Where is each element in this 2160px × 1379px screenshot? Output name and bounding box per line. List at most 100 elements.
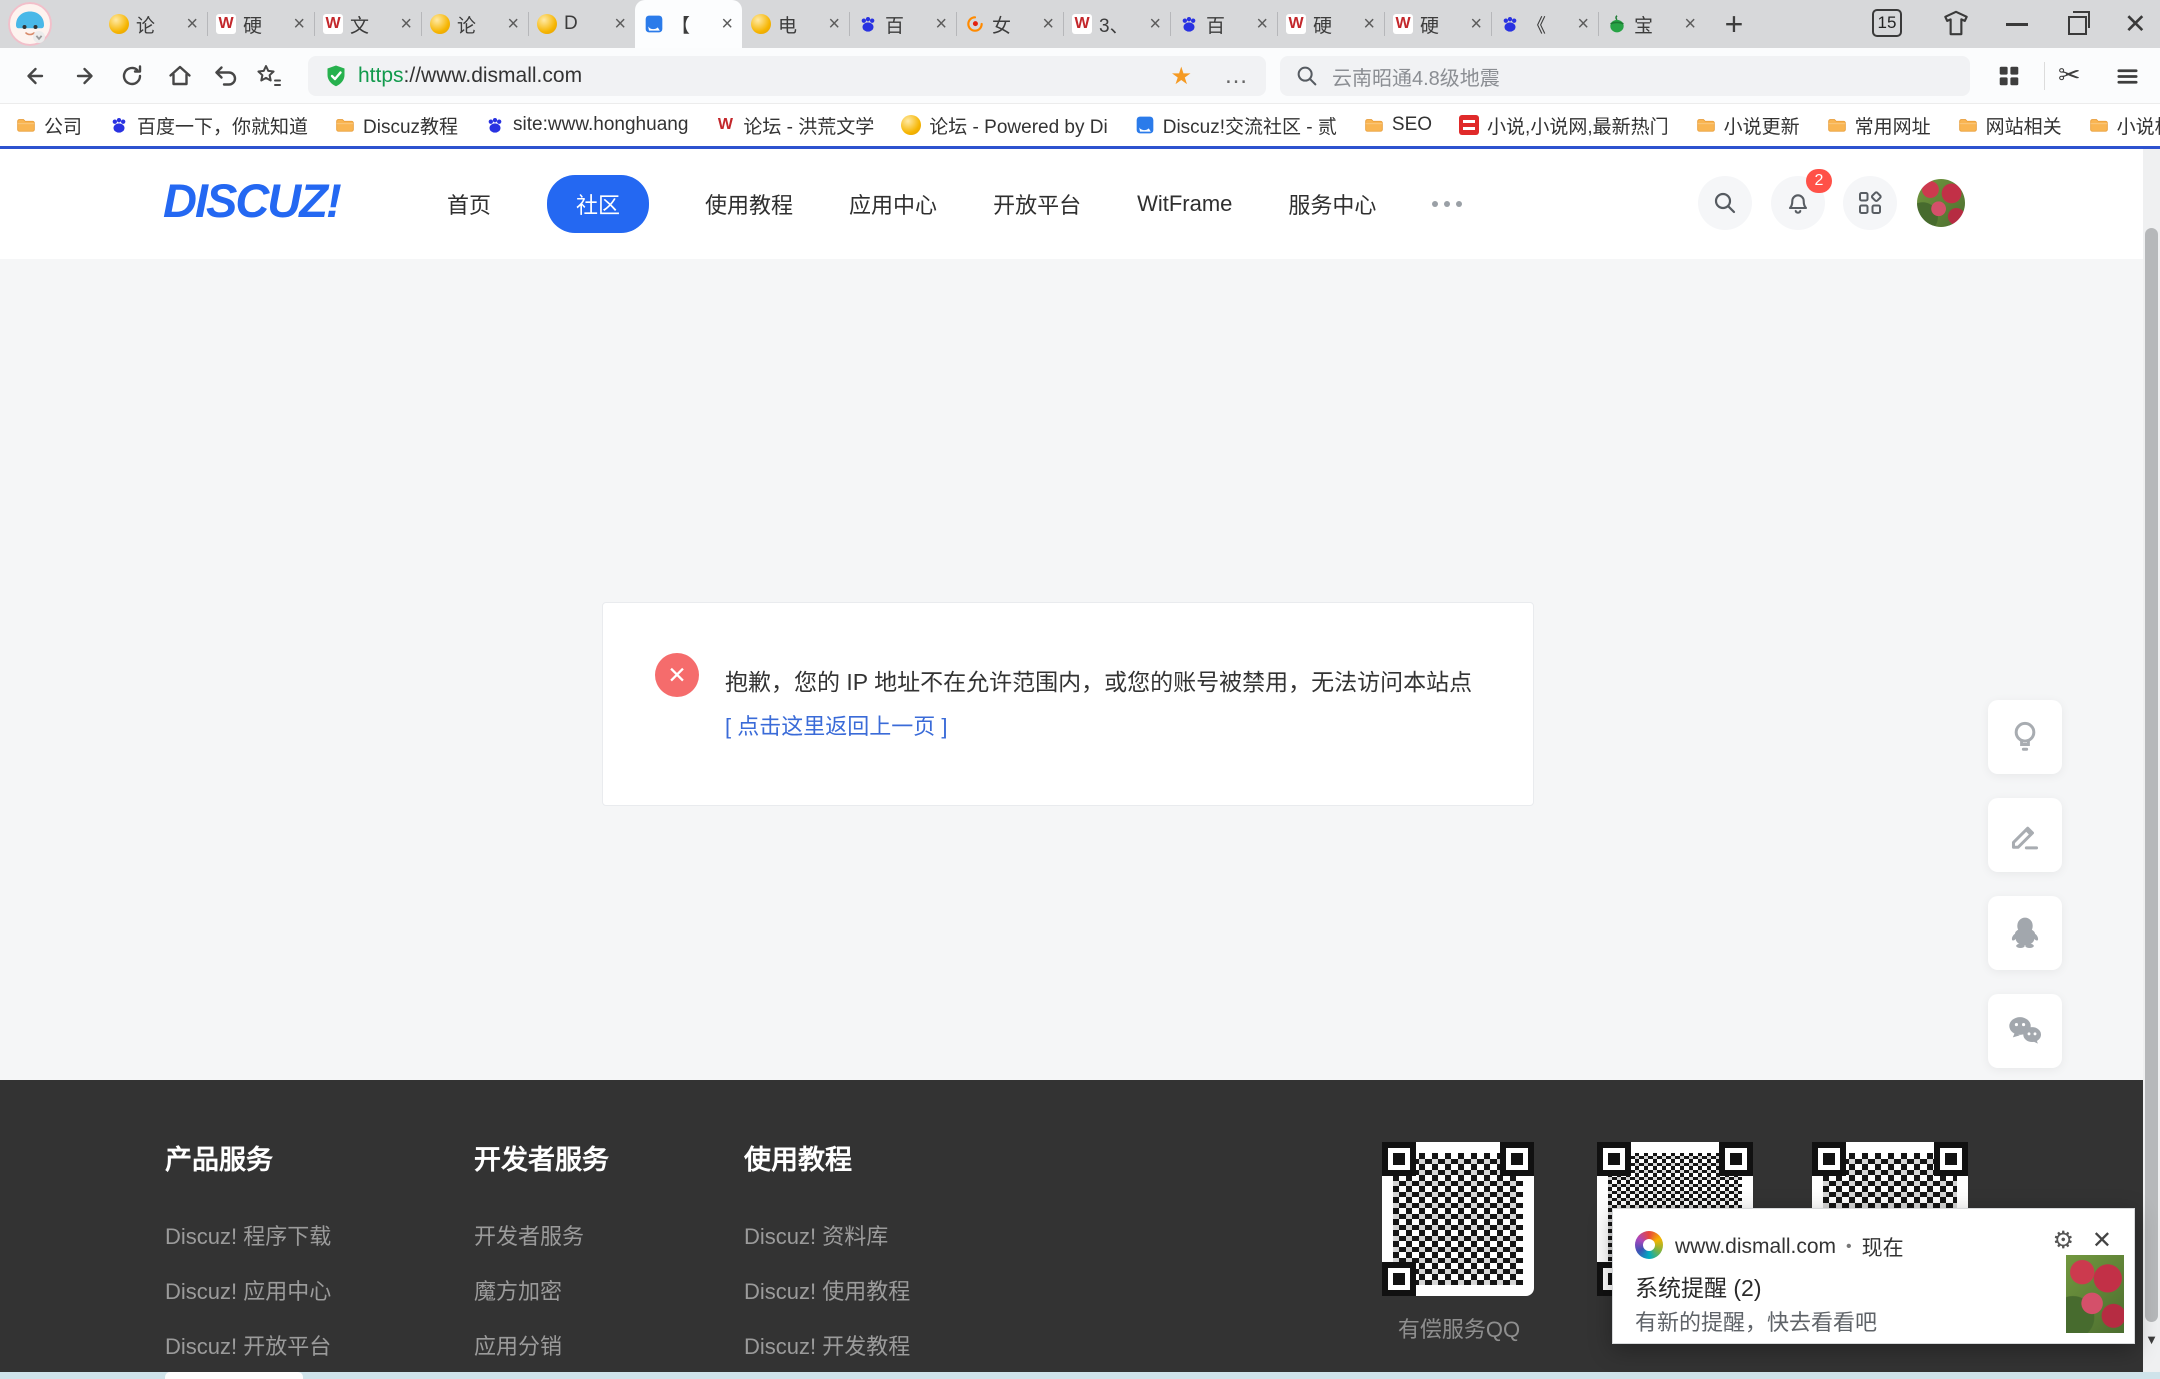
footer-link[interactable]: Discuz! 使用教程 [744,1274,910,1306]
folder-icon [1827,115,1847,135]
notification-close-icon[interactable]: ✕ [2092,1226,2112,1255]
theme-skin-icon[interactable] [1940,9,1972,39]
bookmark-item[interactable]: 公司 [16,112,82,139]
notification-time: 现在 [1862,1232,1904,1262]
tab-close-icon[interactable]: × [1577,14,1589,34]
browser-assistant-icon[interactable] [8,2,52,46]
footer-link[interactable]: 开发者服务 [474,1219,609,1251]
nav-item-community-active[interactable]: 社区 [547,175,649,233]
window-close-button[interactable]: ✕ [2124,9,2147,40]
feedback-bulb-button[interactable] [1988,700,2062,774]
tab-close-icon[interactable]: × [1149,14,1161,34]
browser-tab[interactable]: 宝 × [1598,0,1705,48]
tab-close-icon[interactable]: × [721,14,733,34]
footer-link[interactable]: Discuz! 开发教程 [744,1329,910,1361]
folder-icon [335,115,355,135]
browser-tab[interactable]: 硬 × [1277,0,1384,48]
browser-search-box[interactable]: 云南昭通4.8级地震 [1280,56,1970,96]
screenshot-scissors-icon[interactable]: ✂ [2058,60,2081,91]
footer-link[interactable]: Discuz! 资料库 [744,1219,910,1251]
bookmark-item[interactable]: 小说更新 [1696,112,1800,139]
browser-tab[interactable]: 百 × [1170,0,1277,48]
folder-icon [1364,115,1384,135]
nav-more-icon[interactable] [1432,201,1462,207]
browser-tab[interactable]: 百 × [849,0,956,48]
bookmark-item[interactable]: 论坛 - 洪荒文学 [715,112,874,139]
bookmark-item[interactable]: Discuz!交流社区 - 贰 [1135,112,1337,139]
bookmark-item[interactable]: 百度一下，你就知道 [109,112,308,139]
wechat-contact-button[interactable] [1988,994,2062,1068]
nav-item-tutorials[interactable]: 使用教程 [705,188,793,220]
tab-close-icon[interactable]: × [1363,14,1375,34]
minimize-button[interactable] [2006,23,2028,26]
bookmark-star-icon[interactable]: ★ [1170,62,1192,91]
bookmark-item[interactable]: 论坛 - Powered by Di [901,112,1107,139]
browser-tab[interactable]: 《 × [1491,0,1598,48]
menu-icon[interactable] [2114,63,2141,90]
site-search-button[interactable] [1698,176,1752,230]
scrollbar-thumb[interactable] [2145,228,2158,1322]
home-icon[interactable] [166,62,194,90]
browser-tab[interactable]: 硬 × [207,0,314,48]
tab-close-icon[interactable]: × [935,14,947,34]
tab-close-icon[interactable]: × [828,14,840,34]
address-more-icon[interactable]: … [1224,71,1250,81]
footer-link[interactable]: Discuz! 开放平台 [165,1329,331,1361]
tab-close-icon[interactable]: × [1470,14,1482,34]
tab-close-icon[interactable]: × [186,14,198,34]
browser-tab-active[interactable]: 【 × [635,0,742,48]
restore-button[interactable] [2068,16,2087,35]
go-back-link[interactable]: [ 点击这里返回上一页 ] [725,709,947,741]
new-tab-button[interactable]: + [1705,0,1763,48]
nav-item-service-center[interactable]: 服务中心 [1288,188,1376,220]
footer-link[interactable]: Discuz! 程序下载 [165,1219,331,1251]
tab-close-icon[interactable]: × [1256,14,1268,34]
qq-contact-button[interactable] [1988,896,2062,970]
notification-settings-gear-icon[interactable]: ⚙ [2052,1226,2074,1255]
undo-closed-tab-icon[interactable] [212,62,240,90]
site-apps-button[interactable] [1843,176,1897,230]
scrollbar-down-arrow[interactable]: ▼ [2143,1332,2160,1347]
browser-tab[interactable]: 论 × [421,0,528,48]
compose-button[interactable] [1988,798,2062,872]
back-icon[interactable] [22,62,50,90]
forward-icon[interactable] [70,62,98,90]
bookmark-item[interactable]: Discuz教程 [335,112,458,139]
user-avatar[interactable] [1917,179,1965,227]
bookmark-item[interactable]: 小说,小说网,最新热门 [1459,112,1669,139]
browser-tab[interactable]: 文 × [314,0,421,48]
security-shield-icon[interactable] [324,64,348,88]
tab-title: 论 [457,11,500,38]
browser-tab[interactable]: 电 × [742,0,849,48]
bookmark-item[interactable]: 常用网址 [1827,112,1931,139]
bookmark-item[interactable]: SEO [1364,114,1432,136]
nav-item-witframe[interactable]: WitFrame [1137,191,1232,217]
bookmark-item[interactable]: site:www.honghuang [485,114,688,136]
footer-link[interactable]: Discuz! 应用中心 [165,1274,331,1306]
browser-tab[interactable]: 硬 × [1384,0,1491,48]
address-bar[interactable]: https://www.dismall.com ★ … [308,56,1266,96]
tab-close-icon[interactable]: × [293,14,305,34]
bookmark-item[interactable]: 小说相关 [2089,112,2160,139]
nav-item-home[interactable]: 首页 [447,188,491,220]
browser-tab[interactable]: 女 × [956,0,1063,48]
tab-close-icon[interactable]: × [1684,14,1696,34]
nav-item-app-center[interactable]: 应用中心 [849,188,937,220]
refresh-icon[interactable] [118,62,146,90]
bookmark-item[interactable]: 网站相关 [1958,112,2062,139]
browser-tab[interactable]: 论 × [100,0,207,48]
tab-close-icon[interactable]: × [1042,14,1054,34]
tab-close-icon[interactable]: × [400,14,412,34]
web-notification-popup[interactable]: www.dismall.com • 现在 ⚙ ✕ 系统提醒 (2) 有新的提醒，… [1612,1208,2135,1344]
discuz-logo[interactable]: DISCUZ! [163,173,340,228]
tab-count-badge[interactable]: 15 [1872,9,1902,37]
browser-tab[interactable]: D × [528,0,635,48]
tab-close-icon[interactable]: × [507,14,519,34]
browser-tab[interactable]: 3、 × [1063,0,1170,48]
footer-link[interactable]: 应用分销 [474,1329,609,1361]
footer-link[interactable]: 魔方加密 [474,1274,609,1306]
nav-item-open-platform[interactable]: 开放平台 [993,188,1081,220]
tab-close-icon[interactable]: × [614,14,626,34]
apps-grid-icon[interactable] [1996,63,2022,89]
favorites-list-icon[interactable] [254,62,282,90]
